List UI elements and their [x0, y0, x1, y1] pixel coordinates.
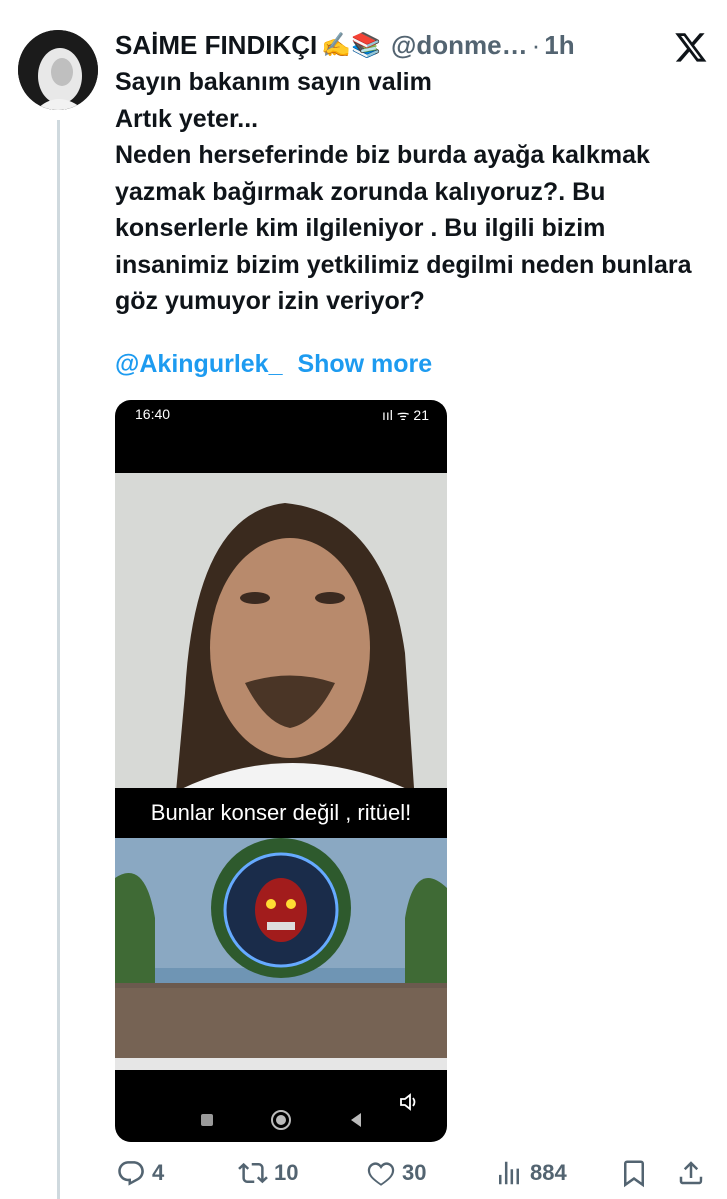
status-time: 16:40: [135, 406, 171, 422]
reply-button[interactable]: 4: [116, 1158, 164, 1188]
action-bar: 4 10 30 884: [112, 1150, 712, 1196]
like-count: 30: [402, 1160, 427, 1185]
tweet-header: SAİME FINDIKÇI ✍️📚 @donme… · 1h: [115, 28, 575, 62]
bookmark-icon: [624, 1160, 644, 1188]
separator-dot: ·: [531, 29, 541, 60]
like-button[interactable]: 30: [366, 1158, 426, 1188]
status-icons: ııl ᯤ 21: [381, 407, 429, 423]
views-icon: [499, 1161, 519, 1185]
thread-line: [57, 120, 60, 1199]
reply-count: 4: [152, 1160, 165, 1185]
reply-icon: [118, 1161, 144, 1186]
volume-icon[interactable]: [397, 1090, 421, 1114]
share-icon: [679, 1161, 703, 1185]
video-frame-concert: [115, 838, 447, 1070]
tweet-line: Artık yeter...: [115, 104, 259, 133]
show-more-link[interactable]: Show more: [297, 350, 432, 378]
share-button[interactable]: [676, 1158, 706, 1188]
tweet-links: @Akingurlek_ Show more: [115, 350, 440, 379]
repost-count: 10: [274, 1160, 299, 1185]
mention-link[interactable]: @Akingurlek_: [115, 350, 282, 378]
views-button[interactable]: 884: [494, 1158, 567, 1188]
author-name[interactable]: SAİME FINDIKÇI: [115, 30, 317, 61]
tweet-line: Sayın bakanım sayın valim: [115, 68, 432, 96]
tweet-line: Neden herseferinde biz burda ayağa kalkm…: [115, 141, 692, 315]
x-logo-icon: [674, 30, 708, 64]
views-count: 884: [530, 1160, 567, 1185]
phone-status-bar: 16:40 ııl ᯤ 21: [115, 400, 447, 430]
author-emoji: ✍️📚: [321, 31, 381, 59]
like-icon: [367, 1162, 395, 1186]
avatar[interactable]: [18, 30, 98, 110]
repost-button[interactable]: 10: [238, 1158, 298, 1188]
author-handle[interactable]: @donme…: [391, 30, 528, 61]
tweet-time[interactable]: 1h: [544, 30, 574, 61]
media-video[interactable]: 16:40 ııl ᯤ 21: [115, 400, 447, 1142]
video-frame-face: [115, 473, 447, 803]
repost-icon: [238, 1162, 268, 1184]
video-caption: Bunlar konser değil , ritüel!: [115, 788, 447, 838]
tweet-text: Sayın bakanım sayın valim Artık yeter...…: [115, 64, 695, 320]
bookmark-button[interactable]: [619, 1158, 649, 1188]
